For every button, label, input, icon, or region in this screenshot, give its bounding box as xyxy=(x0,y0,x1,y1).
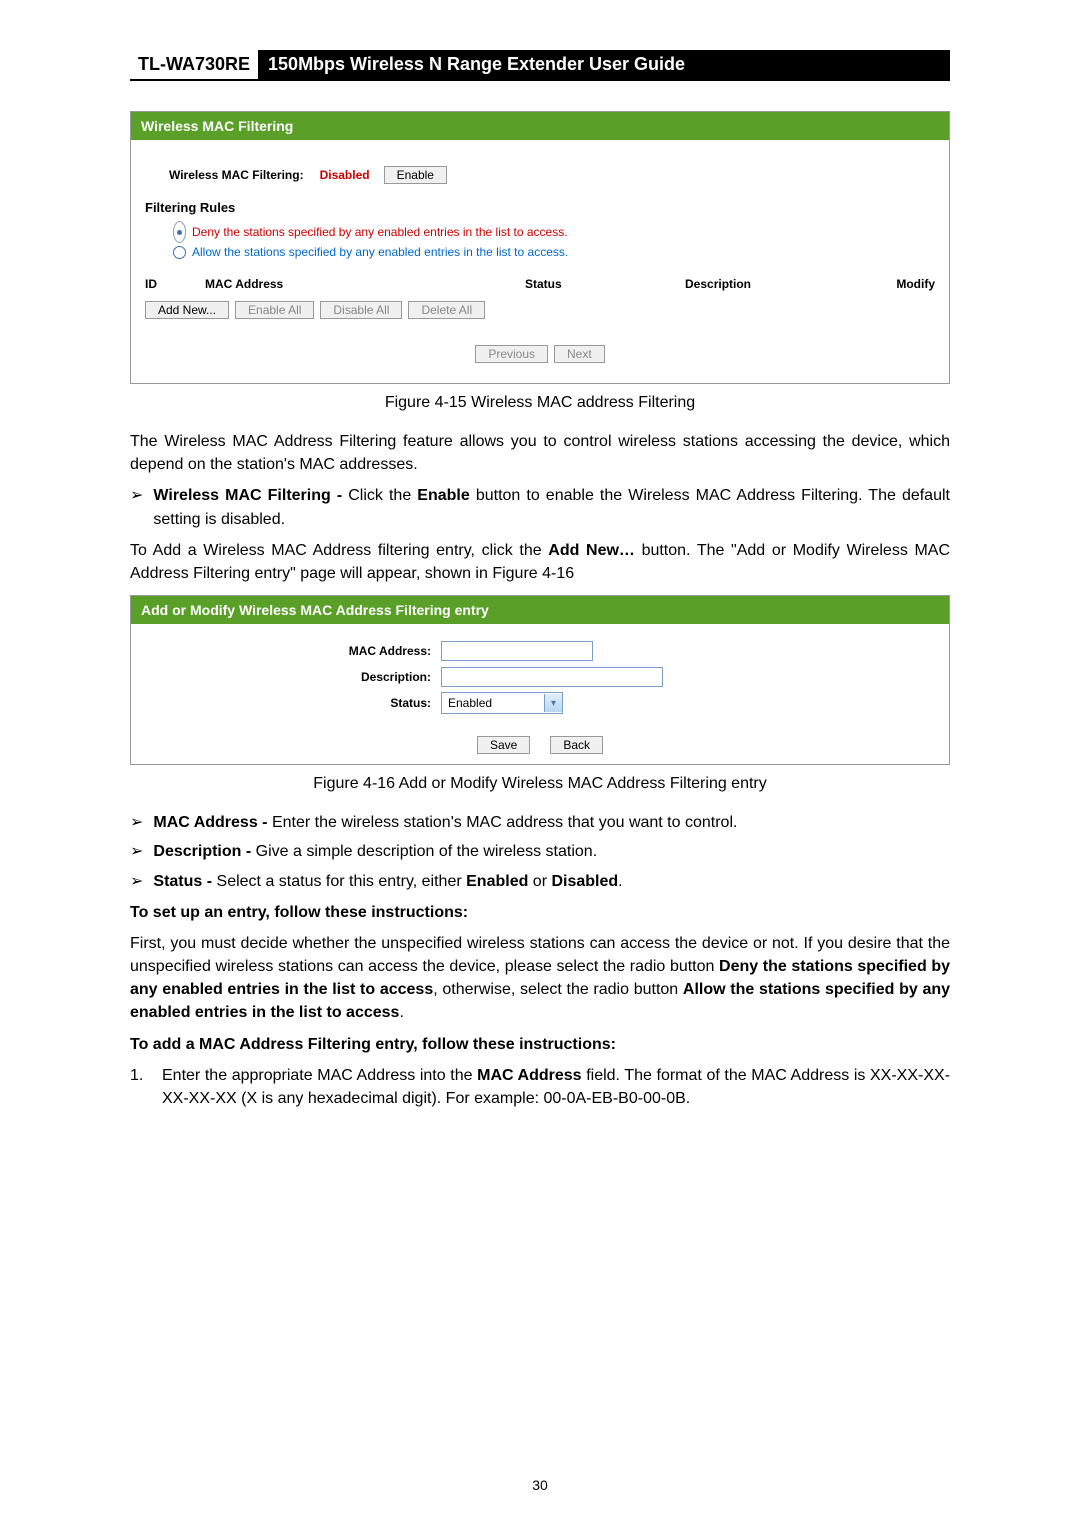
col-mac: MAC Address xyxy=(205,277,525,291)
col-status: Status xyxy=(525,277,685,291)
mac-address-label: MAC Address: xyxy=(131,638,431,664)
disable-all-button[interactable]: Disable All xyxy=(320,301,402,319)
bullet-mac-address: ➢ MAC Address - Enter the wireless stati… xyxy=(130,811,950,834)
status-select[interactable]: Enabled ▾ xyxy=(441,692,563,714)
chevron-down-icon: ▾ xyxy=(544,694,562,712)
radio-deny[interactable]: Deny the stations specified by any enabl… xyxy=(173,221,935,243)
figure-4-16-screenshot: Add or Modify Wireless MAC Address Filte… xyxy=(130,595,950,765)
page-header: TL-WA730RE 150Mbps Wireless N Range Exte… xyxy=(130,50,950,81)
col-id: ID xyxy=(145,277,205,291)
setup-instructions-paragraph: First, you must decide whether the unspe… xyxy=(130,932,950,1025)
setup-instructions-heading: To set up an entry, follow these instruc… xyxy=(130,901,950,924)
page-number: 30 xyxy=(0,1477,1080,1493)
intro-paragraph: The Wireless MAC Address Filtering featu… xyxy=(130,430,950,476)
arrow-icon: ➢ xyxy=(130,811,143,834)
arrow-icon: ➢ xyxy=(130,484,143,530)
filtering-rules-heading: Filtering Rules xyxy=(145,200,935,215)
next-button[interactable]: Next xyxy=(554,345,605,363)
description-input[interactable] xyxy=(441,667,663,687)
description-label: Description: xyxy=(131,664,431,690)
doc-title: 150Mbps Wireless N Range Extender User G… xyxy=(258,50,950,79)
radio-allow[interactable]: Allow the stations specified by any enab… xyxy=(173,245,935,259)
radio-icon xyxy=(173,221,186,243)
rules-table-header: ID MAC Address Status Description Modify xyxy=(145,277,935,291)
arrow-icon: ➢ xyxy=(130,840,143,863)
status-select-value: Enabled xyxy=(442,696,544,710)
enable-button[interactable]: Enable xyxy=(384,166,447,184)
col-description: Description xyxy=(685,277,865,291)
enable-all-button[interactable]: Enable All xyxy=(235,301,314,319)
filtering-toggle-label: Wireless MAC Filtering: xyxy=(169,168,304,182)
panel-title: Wireless MAC Filtering xyxy=(131,112,949,140)
model-number: TL-WA730RE xyxy=(130,50,258,79)
delete-all-button[interactable]: Delete All xyxy=(408,301,485,319)
bullet-status: ➢ Status - Select a status for this entr… xyxy=(130,870,950,893)
figure-4-15-caption: Figure 4-15 Wireless MAC address Filteri… xyxy=(130,394,950,412)
back-button[interactable]: Back xyxy=(550,736,603,754)
panel-title: Add or Modify Wireless MAC Address Filte… xyxy=(131,596,949,624)
radio-allow-label: Allow the stations specified by any enab… xyxy=(192,245,568,259)
radio-deny-label: Deny the stations specified by any enabl… xyxy=(192,225,568,239)
bullet-description: ➢ Description - Give a simple descriptio… xyxy=(130,840,950,863)
arrow-icon: ➢ xyxy=(130,870,143,893)
col-modify: Modify xyxy=(865,277,935,291)
save-button[interactable]: Save xyxy=(477,736,530,754)
radio-icon xyxy=(173,246,186,259)
mac-address-input[interactable] xyxy=(441,641,593,661)
filtering-status-text: Disabled xyxy=(320,168,370,182)
bullet-wireless-mac-filtering: ➢ Wireless MAC Filtering - Click the Ena… xyxy=(130,484,950,530)
add-new-button[interactable]: Add New... xyxy=(145,301,229,319)
figure-4-16-caption: Figure 4-16 Add or Modify Wireless MAC A… xyxy=(130,775,950,793)
step-1: 1. Enter the appropriate MAC Address int… xyxy=(130,1064,950,1110)
status-label: Status: xyxy=(131,690,431,716)
figure-4-15-screenshot: Wireless MAC Filtering Wireless MAC Filt… xyxy=(130,111,950,384)
add-entry-instructions-heading: To add a MAC Address Filtering entry, fo… xyxy=(130,1033,950,1056)
previous-button[interactable]: Previous xyxy=(475,345,548,363)
add-entry-intro: To Add a Wireless MAC Address filtering … xyxy=(130,539,950,585)
